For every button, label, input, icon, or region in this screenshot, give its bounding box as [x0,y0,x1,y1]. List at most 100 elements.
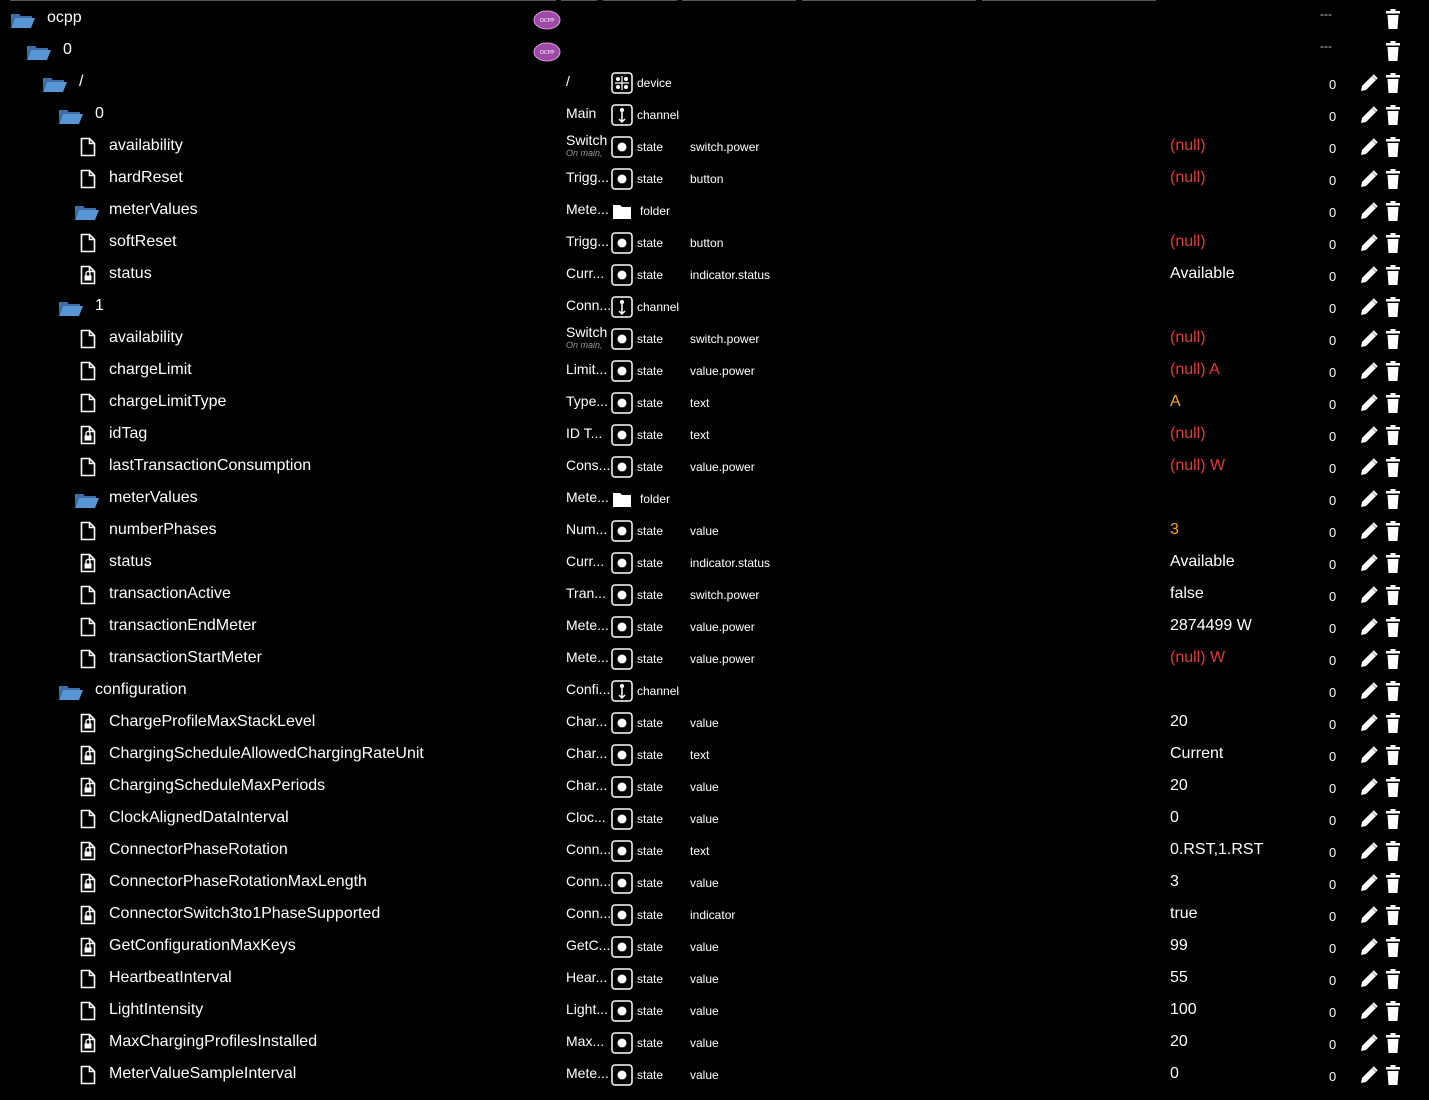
object-value[interactable]: false [1170,585,1204,603]
object-value[interactable]: Current [1170,745,1223,763]
tree-row[interactable]: lastTransactionConsumption Cons... state va… [0,451,1429,483]
tree-row[interactable]: ChargingScheduleMaxPeriods Char... state va… [0,771,1429,803]
tree-row[interactable]: status Curr... state indicator.status Availa… [0,259,1429,291]
object-value[interactable]: 0 [1170,809,1179,827]
trash-icon[interactable] [1385,425,1401,445]
trash-icon[interactable] [1385,521,1401,541]
trash-icon[interactable] [1385,329,1401,349]
tree-row[interactable]: ocpp OCPP --- [0,3,1429,35]
pencil-icon[interactable] [1359,713,1379,733]
pencil-icon[interactable] [1359,905,1379,925]
object-value[interactable]: A [1170,393,1181,411]
trash-icon[interactable] [1385,41,1401,61]
object-value[interactable]: (null) A [1170,361,1220,379]
trash-icon[interactable] [1385,73,1401,93]
pencil-icon[interactable] [1359,201,1379,221]
tree-row[interactable]: MaxChargingProfilesInstalled Max... state v… [0,1027,1429,1059]
tree-row[interactable]: 0 OCPP --- [0,35,1429,67]
trash-icon[interactable] [1385,1033,1401,1053]
trash-icon[interactable] [1385,553,1401,573]
pencil-icon[interactable] [1359,169,1379,189]
tree-row[interactable]: hardReset Trigg... state button (null) 0 [0,163,1429,195]
tree-row[interactable]: softReset Trigg... state button (null) 0 [0,227,1429,259]
object-value[interactable]: 99 [1170,937,1188,955]
trash-icon[interactable] [1385,489,1401,509]
trash-icon[interactable] [1385,1001,1401,1021]
pencil-icon[interactable] [1359,649,1379,669]
pencil-icon[interactable] [1359,1001,1379,1021]
pencil-icon[interactable] [1359,1065,1379,1085]
object-value[interactable]: (null) [1170,329,1206,347]
pencil-icon[interactable] [1359,233,1379,253]
trash-icon[interactable] [1385,1065,1401,1085]
pencil-icon[interactable] [1359,553,1379,573]
pencil-icon[interactable] [1359,297,1379,317]
pencil-icon[interactable] [1359,873,1379,893]
object-value[interactable]: (null) [1170,169,1206,187]
trash-icon[interactable] [1385,105,1401,125]
tree-row[interactable]: 0 Main channel 0 [0,99,1429,131]
pencil-icon[interactable] [1359,329,1379,349]
tree-row[interactable]: meterValues Mete... folder 0 [0,195,1429,227]
object-value[interactable]: 55 [1170,969,1188,987]
object-value[interactable]: 2874499 W [1170,617,1252,635]
trash-icon[interactable] [1385,233,1401,253]
pencil-icon[interactable] [1359,265,1379,285]
trash-icon[interactable] [1385,9,1401,29]
object-value[interactable]: 20 [1170,777,1188,795]
tree-row[interactable]: ClockAlignedDataInterval Cloc... state valu… [0,803,1429,835]
tree-row[interactable]: 1 Conn... channel 0 [0,291,1429,323]
pencil-icon[interactable] [1359,681,1379,701]
tree-row[interactable]: ConnectorSwitch3to1PhaseSupported Conn...… [0,899,1429,931]
trash-icon[interactable] [1385,745,1401,765]
object-value[interactable]: 20 [1170,1033,1188,1051]
object-value[interactable]: (null) [1170,425,1206,443]
trash-icon[interactable] [1385,137,1401,157]
pencil-icon[interactable] [1359,745,1379,765]
trash-icon[interactable] [1385,649,1401,669]
tree-row[interactable]: idTag ID T... state text (null) 0 [0,419,1429,451]
pencil-icon[interactable] [1359,489,1379,509]
tree-row[interactable]: numberPhases Num... state value 3 0 [0,515,1429,547]
tree-row[interactable]: availability Switch On main, state switch.po… [0,323,1429,355]
trash-icon[interactable] [1385,937,1401,957]
pencil-icon[interactable] [1359,809,1379,829]
pencil-icon[interactable] [1359,841,1379,861]
tree-row[interactable]: HeartbeatInterval Hear... state value 55 0 [0,963,1429,995]
tree-row[interactable]: chargeLimit Limit... state value.power (null… [0,355,1429,387]
trash-icon[interactable] [1385,809,1401,829]
object-value[interactable]: Available [1170,265,1235,283]
tree-row[interactable]: ChargingScheduleAllowedChargingRateUnit C… [0,739,1429,771]
pencil-icon[interactable] [1359,777,1379,797]
pencil-icon[interactable] [1359,937,1379,957]
tree-row[interactable]: transactionStartMeter Mete... state value.p… [0,643,1429,675]
object-value[interactable]: (null) W [1170,649,1225,667]
trash-icon[interactable] [1385,713,1401,733]
object-value[interactable]: (null) W [1170,457,1225,475]
trash-icon[interactable] [1385,841,1401,861]
pencil-icon[interactable] [1359,73,1379,93]
object-value[interactable]: true [1170,905,1198,923]
trash-icon[interactable] [1385,393,1401,413]
tree-row[interactable]: ConnectorPhaseRotationMaxLength Conn... st… [0,867,1429,899]
trash-icon[interactable] [1385,969,1401,989]
trash-icon[interactable] [1385,169,1401,189]
object-value[interactable]: Available [1170,553,1235,571]
object-value[interactable]: (null) [1170,233,1206,251]
trash-icon[interactable] [1385,777,1401,797]
tree-row[interactable]: availability Switch On main, state switch.po… [0,131,1429,163]
trash-icon[interactable] [1385,873,1401,893]
trash-icon[interactable] [1385,265,1401,285]
tree-row[interactable]: meterValues Mete... folder 0 [0,483,1429,515]
tree-row[interactable]: GetConfigurationMaxKeys GetC... state value… [0,931,1429,963]
trash-icon[interactable] [1385,585,1401,605]
trash-icon[interactable] [1385,361,1401,381]
object-value[interactable]: 0 [1170,1065,1179,1083]
trash-icon[interactable] [1385,617,1401,637]
object-value[interactable]: 0.RST,1.RST [1170,841,1263,859]
tree-row[interactable]: ChargeProfileMaxStackLevel Char... state va… [0,707,1429,739]
pencil-icon[interactable] [1359,585,1379,605]
object-value[interactable]: 3 [1170,521,1179,539]
tree-row[interactable]: LightIntensity Light... state value 100 0 [0,995,1429,1027]
object-value[interactable]: 3 [1170,873,1179,891]
